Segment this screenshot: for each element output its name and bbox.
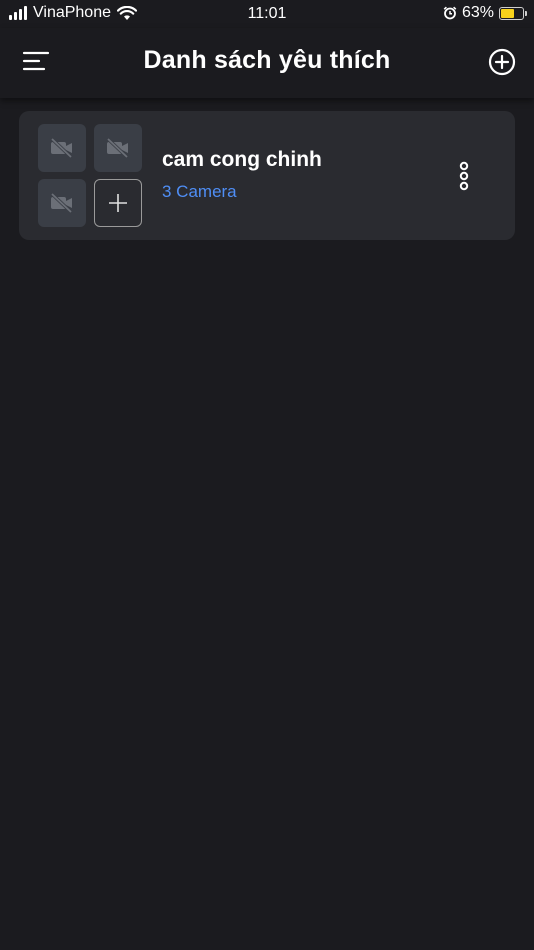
- battery-level: [501, 8, 515, 18]
- more-vertical-icon[interactable]: [455, 161, 473, 191]
- plus-icon: [109, 194, 127, 212]
- camera-thumbnail[interactable]: [38, 124, 86, 172]
- battery-percent: 63%: [461, 4, 494, 21]
- status-bar: VinaPhone 11:01 63%: [0, 0, 534, 28]
- add-circle-icon[interactable]: [488, 48, 516, 76]
- alarm-icon: [443, 6, 457, 20]
- app-header: Danh sách yêu thích: [0, 28, 534, 98]
- page-title: Danh sách yêu thích: [143, 46, 391, 74]
- add-camera-button[interactable]: [94, 179, 142, 227]
- battery-icon: [499, 6, 527, 20]
- favorites-screen: VinaPhone 11:01 63% Danh sách yêu thích …: [0, 0, 534, 950]
- favorite-group-card[interactable]: cam cong chinh 3 Camera: [19, 111, 515, 240]
- video-off-icon: [50, 138, 73, 158]
- camera-thumbnail[interactable]: [38, 179, 86, 227]
- status-right: 63%: [443, 4, 527, 22]
- camera-count: 3 Camera: [162, 182, 237, 201]
- group-name: cam cong chinh: [162, 148, 322, 171]
- video-off-icon: [106, 138, 129, 158]
- camera-thumbnail[interactable]: [94, 124, 142, 172]
- video-off-icon: [50, 193, 73, 213]
